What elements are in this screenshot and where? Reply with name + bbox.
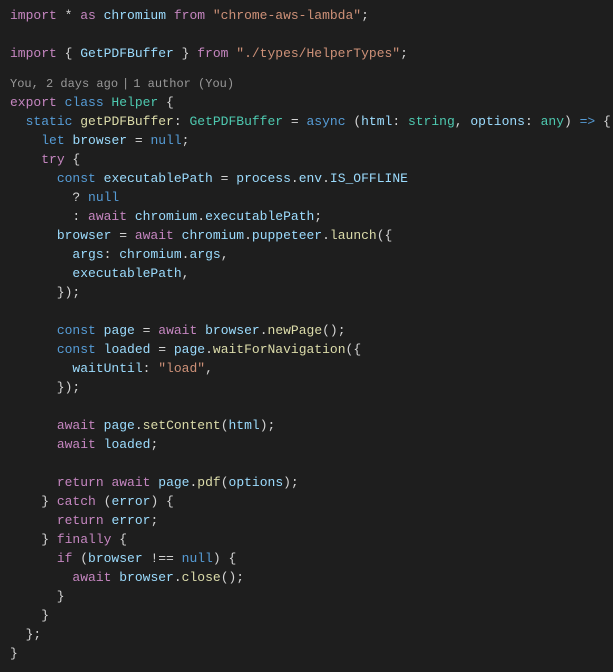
code-line: [10, 454, 603, 473]
code-line: import { GetPDFBuffer } from "./types/He…: [10, 44, 603, 63]
code-editor[interactable]: import * as chromium from "chrome-aws-la…: [10, 6, 603, 663]
code-line: : await chromium.executablePath;: [10, 207, 603, 226]
code-line: await loaded;: [10, 435, 603, 454]
code-line: }: [10, 644, 603, 663]
code-line: });: [10, 378, 603, 397]
code-line: let browser = null;: [10, 131, 603, 150]
code-line: return await page.pdf(options);: [10, 473, 603, 492]
code-line: const loaded = page.waitForNavigation({: [10, 340, 603, 359]
code-line: browser = await chromium.puppeteer.launc…: [10, 226, 603, 245]
code-line: const page = await browser.newPage();: [10, 321, 603, 340]
code-line: if (browser !== null) {: [10, 549, 603, 568]
code-line: try {: [10, 150, 603, 169]
code-line: static getPDFBuffer: GetPDFBuffer = asyn…: [10, 112, 603, 131]
code-line: };: [10, 625, 603, 644]
code-line: [10, 397, 603, 416]
code-line: } finally {: [10, 530, 603, 549]
code-line: ? null: [10, 188, 603, 207]
code-line: } catch (error) {: [10, 492, 603, 511]
code-line: args: chromium.args,: [10, 245, 603, 264]
code-line: waitUntil: "load",: [10, 359, 603, 378]
code-line: [10, 302, 603, 321]
codelens-count[interactable]: 1 author (You): [133, 77, 234, 91]
code-line: executablePath,: [10, 264, 603, 283]
code-line: const executablePath = process.env.IS_OF…: [10, 169, 603, 188]
codelens[interactable]: You, 2 days ago|1 author (You): [10, 77, 603, 91]
code-line: import * as chromium from "chrome-aws-la…: [10, 6, 603, 25]
code-line: }: [10, 587, 603, 606]
code-line: export class Helper {: [10, 93, 603, 112]
code-line: }: [10, 606, 603, 625]
code-line: [10, 25, 603, 44]
codelens-author[interactable]: You, 2 days ago: [10, 77, 118, 91]
code-line: return error;: [10, 511, 603, 530]
code-line: await page.setContent(html);: [10, 416, 603, 435]
code-line: await browser.close();: [10, 568, 603, 587]
code-line: });: [10, 283, 603, 302]
